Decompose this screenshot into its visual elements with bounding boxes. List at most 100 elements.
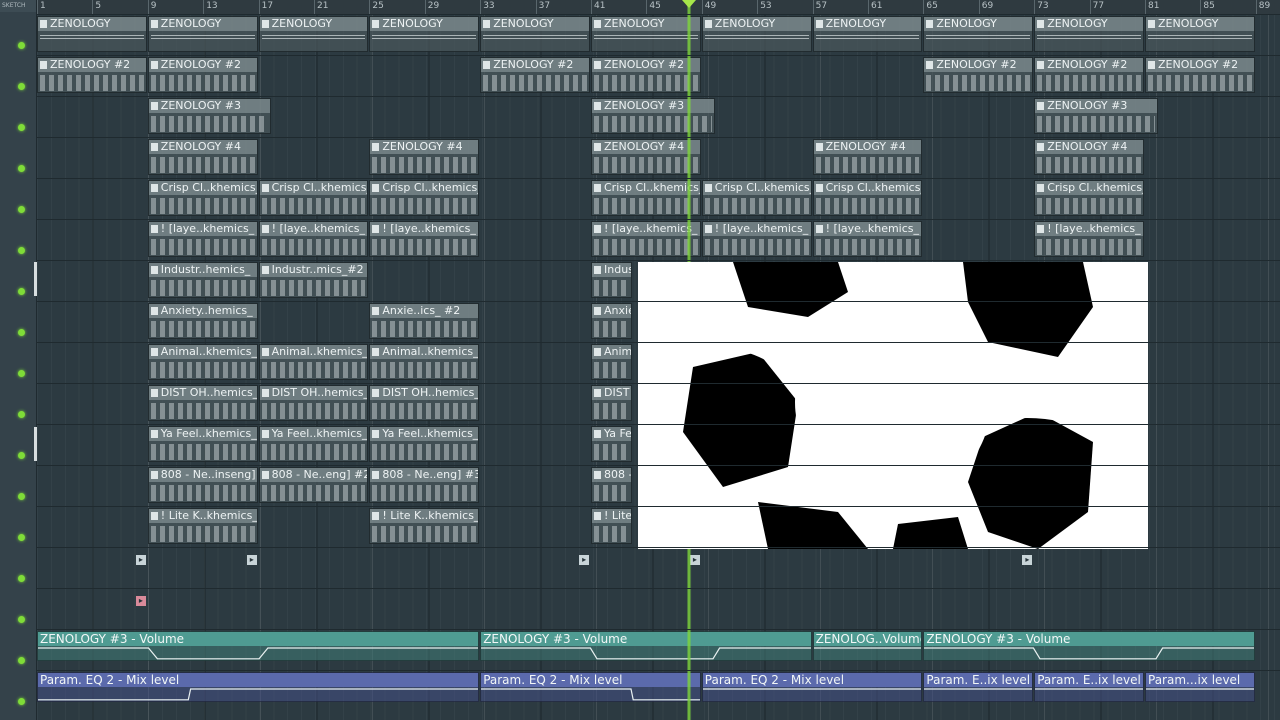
pattern-clip[interactable]: Anxie [591, 303, 632, 339]
pattern-clip[interactable]: ZENOLOGY [701, 16, 812, 52]
pattern-clip[interactable]: ZENOLOGY #2 [480, 57, 590, 93]
pattern-clip[interactable]: Industr..hemics_ [147, 262, 258, 298]
pattern-clip[interactable]: ZENOLOGY [480, 16, 590, 52]
pattern-clip[interactable]: ! [laye..khemics_ [701, 221, 812, 257]
automation-clip[interactable]: ZENOLOGY #3 - Volume [480, 631, 812, 661]
track-mute-led[interactable] [18, 83, 25, 90]
pattern-clip[interactable]: ! [laye..khemics_ [591, 221, 701, 257]
pattern-clip[interactable]: Ya Feel..khemics_ [147, 426, 258, 462]
pattern-clip[interactable]: 808 - [591, 467, 632, 503]
pattern-clip[interactable]: ZENOLOGY [591, 16, 701, 52]
pattern-clip[interactable]: Crisp Cl..khemics_ [591, 180, 701, 216]
pattern-clip[interactable]: Indus [591, 262, 632, 298]
track-mute-led[interactable] [18, 206, 25, 213]
pattern-clip[interactable]: ZENOLOGY #2 [1145, 57, 1255, 93]
track-mute-led[interactable] [18, 657, 25, 664]
pattern-clip[interactable]: DIST OH..hemics_ [369, 385, 480, 421]
pattern-clip[interactable]: ! [laye..khemics_ [1034, 221, 1144, 257]
pattern-clip[interactable]: ! Lite K..khemics_ [369, 508, 480, 544]
pattern-clip[interactable]: ZENOLOGY [147, 16, 258, 52]
track-mute-led[interactable] [18, 452, 25, 459]
track-mute-led[interactable] [18, 534, 25, 541]
marker-icon[interactable]: ▸ [135, 555, 146, 565]
pattern-clip[interactable]: Animal..khemics_ [369, 344, 480, 380]
pattern-clip[interactable]: ZENOLOGY [37, 16, 147, 52]
pattern-clip[interactable]: ! Lite K..khemics_ [147, 508, 258, 544]
pattern-clip[interactable]: Anxie..ics_ #2 [369, 303, 480, 339]
playhead-marker-icon[interactable] [682, 0, 696, 8]
marker-icon[interactable]: ▸ [246, 555, 257, 565]
track-mute-led[interactable] [18, 288, 25, 295]
pattern-clip[interactable]: ZENOLOGY #2 [1034, 57, 1144, 93]
pattern-clip[interactable]: ZENOLOGY #4 [369, 139, 480, 175]
pattern-clip[interactable]: 808 - Ne..eng] #2 [258, 467, 369, 503]
pattern-clip[interactable]: Crisp Cl..khemics_ [1034, 180, 1144, 216]
pattern-clip[interactable]: ZENOLOGY #3 [591, 98, 715, 134]
pattern-clip[interactable]: ! [laye..khemics_ [147, 221, 258, 257]
automation-clip[interactable]: Param. E..ix level [1034, 672, 1144, 702]
pattern-clip[interactable]: ! [laye..khemics_ [258, 221, 369, 257]
pattern-clip[interactable]: DIST O [591, 385, 632, 421]
pattern-clip[interactable]: ZENOLOGY #4 [591, 139, 701, 175]
pattern-clip[interactable]: Ya Feel..khemics_ [369, 426, 480, 462]
track-mute-led[interactable] [18, 329, 25, 336]
track-mute-led[interactable] [18, 370, 25, 377]
pattern-clip[interactable]: ! Lite [591, 508, 632, 544]
track-mute-led[interactable] [18, 247, 25, 254]
track-mute-led[interactable] [18, 411, 25, 418]
pattern-clip[interactable]: Ya Feel..khemics_ [258, 426, 369, 462]
pattern-clip[interactable]: Animal..khemics_ [258, 344, 369, 380]
track-mute-led[interactable] [18, 575, 25, 582]
pattern-clip[interactable]: DIST OH..hemics_ [258, 385, 369, 421]
automation-clip[interactable]: ZENOLOG..Volume [812, 631, 923, 661]
pattern-clip[interactable]: ! [laye..khemics_ [369, 221, 480, 257]
automation-clip[interactable]: Param...ix level [1145, 672, 1255, 702]
pattern-clip[interactable]: ZENOLOGY [369, 16, 480, 52]
pattern-clip[interactable]: 808 - Ne..eng] #3 [369, 467, 480, 503]
pattern-clip[interactable]: ! [laye..khemics_ [812, 221, 923, 257]
track-mute-led[interactable] [18, 124, 25, 131]
pattern-clip[interactable]: Industr..mics_#2 [258, 262, 369, 298]
pattern-clip[interactable]: ZENOLOGY [812, 16, 923, 52]
track-mute-led[interactable] [18, 616, 25, 623]
pattern-clip[interactable]: ZENOLOGY #2 [591, 57, 701, 93]
pattern-clip[interactable]: DIST OH..hemics_ [147, 385, 258, 421]
track-mute-led[interactable] [18, 698, 25, 705]
automation-clip[interactable]: Param. EQ 2 - Mix level [37, 672, 480, 702]
pattern-clip[interactable]: Crisp Cl..khemics_ [812, 180, 923, 216]
pattern-clip[interactable]: ZENOLOGY #4 [147, 139, 258, 175]
track-mute-led[interactable] [18, 42, 25, 49]
pattern-clip[interactable]: Ya Fe [591, 426, 632, 462]
pattern-clip[interactable]: Animal..khemics_ [147, 344, 258, 380]
pattern-clip[interactable]: ZENOLOGY [258, 16, 369, 52]
automation-clip[interactable]: Param. E..ix level [923, 672, 1034, 702]
automation-clip[interactable]: ZENOLOGY #3 - Volume [923, 631, 1255, 661]
automation-clip[interactable]: ZENOLOGY #3 - Volume [37, 631, 480, 661]
pattern-clip[interactable]: Crisp Cl..khemics_ [147, 180, 258, 216]
pattern-clip[interactable]: ZENOLOGY #2 [37, 57, 147, 93]
pattern-clip[interactable]: ZENOLOGY #3 [147, 98, 272, 134]
pattern-clip[interactable]: Anxiety..hemics_ [147, 303, 258, 339]
pattern-clip[interactable]: ZENOLOGY #4 [812, 139, 923, 175]
pattern-clip[interactable]: ZENOLOGY #2 [147, 57, 258, 93]
pattern-clip[interactable]: ZENOLOGY [923, 16, 1034, 52]
pattern-clip[interactable]: ZENOLOGY #3 [1034, 98, 1158, 134]
track-mute-led[interactable] [18, 165, 25, 172]
pattern-clip[interactable]: ZENOLOGY #4 [1034, 139, 1144, 175]
pattern-clip[interactable]: Crisp Cl..khemics_ [701, 180, 812, 216]
marker-icon[interactable]: ▸ [135, 596, 146, 606]
pattern-clip[interactable]: Anima [591, 344, 632, 380]
timeline-ruler[interactable]: 1 5 9 13 17 21 25 29 33 37 41 45 49 53 57 61 65 69 73 77 81 8… [37, 0, 1280, 15]
marker-icon[interactable]: ▸ [689, 555, 700, 565]
automation-clip[interactable]: Param. EQ 2 - Mix level [701, 672, 923, 702]
marker-icon[interactable]: ▸ [1022, 555, 1033, 565]
pattern-clip[interactable]: Crisp Cl..khemics_ [258, 180, 369, 216]
pattern-clip[interactable]: Crisp Cl..khemics_ [369, 180, 480, 216]
track-mute-led[interactable] [18, 493, 25, 500]
pattern-clip[interactable]: 808 - Ne..inseng] [147, 467, 258, 503]
pattern-clip[interactable]: ZENOLOGY #2 [923, 57, 1034, 93]
pattern-clip[interactable]: ZENOLOGY [1145, 16, 1255, 52]
marker-icon[interactable]: ▸ [579, 555, 590, 565]
automation-clip[interactable]: Param. EQ 2 - Mix level [480, 672, 701, 702]
pattern-clip[interactable]: ZENOLOGY [1034, 16, 1144, 52]
